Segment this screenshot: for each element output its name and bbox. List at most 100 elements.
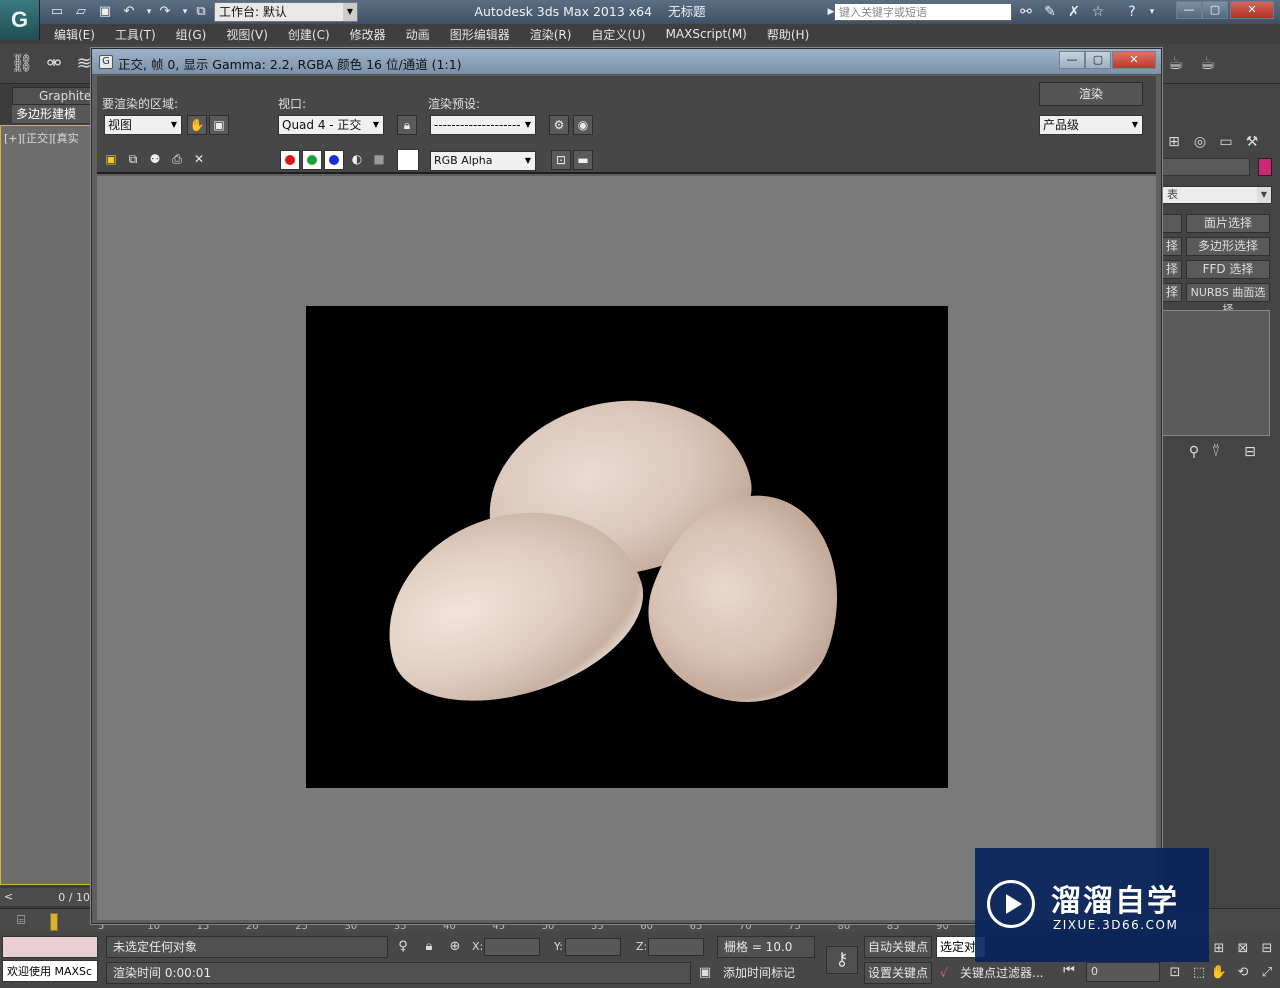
auto-key-button[interactable]: 自动关键点 [864,936,932,958]
utilities-hammer-icon[interactable]: ⚒ [1242,132,1262,152]
render-quality-select[interactable]: 产品级 ▼ [1039,115,1143,135]
viewport-label[interactable]: [+][正交][真实 [4,130,79,146]
render-preset-select[interactable]: -------------------- ▼ [430,115,536,135]
print-image-icon[interactable]: ⎙ [167,150,187,170]
nav-grid-icon[interactable]: ⊞ [1210,940,1228,958]
maxscript-mini-listener[interactable] [2,936,98,958]
app-logo-icon[interactable]: G [0,0,40,40]
selection-lock-icon[interactable]: 🔒︎ [420,938,438,956]
green-channel-toggle[interactable] [302,150,322,170]
clone-window-icon[interactable]: ⚉ [145,150,165,170]
monochrome-icon[interactable]: ■ [369,150,389,170]
x-coordinate-field[interactable] [484,938,540,956]
zoom-extents-icon[interactable]: ⊡ [1166,964,1184,982]
project-folder-icon[interactable]: ⧉ [192,3,210,21]
redo-icon[interactable]: ↷ [156,3,174,21]
go-to-start-icon[interactable]: ⏮ [1060,962,1078,980]
menu-group[interactable]: 组(G) [176,26,207,43]
poly-select-button[interactable]: 多边形选择 [1186,237,1270,256]
maximize-viewport-icon[interactable]: ⤢ [1258,964,1276,982]
key-filters-button[interactable]: √ 关键点过滤器... [936,962,1054,984]
object-color-swatch[interactable] [1258,158,1272,176]
menu-create[interactable]: 创建(C) [288,26,330,43]
lock-viewport-icon[interactable]: 🔒︎ [397,115,417,135]
ffd-select-button[interactable]: FFD 选择 [1186,260,1270,279]
menu-rendering[interactable]: 渲染(R) [530,26,572,43]
favorites-star-icon[interactable]: ☆ [1088,3,1108,21]
menu-views[interactable]: 视图(V) [226,26,268,43]
binoculars-icon[interactable]: ⚯ [1016,3,1036,21]
red-channel-toggle[interactable] [280,150,300,170]
menu-tools[interactable]: 工具(T) [115,26,156,43]
menu-animation[interactable]: 动画 [406,26,430,43]
blue-channel-toggle[interactable] [324,150,344,170]
motion-icon[interactable]: ◎ [1190,132,1210,152]
left-viewport[interactable] [0,125,92,988]
chevron-left-icon[interactable]: < [4,890,13,903]
menu-graph-editors[interactable]: 图形编辑器 [450,26,510,43]
ribbon-tab-graphite[interactable]: Graphite [12,87,92,105]
auto-region-icon[interactable]: ▣ [209,115,229,135]
open-file-icon[interactable]: ▱ [72,3,90,21]
save-image-icon[interactable]: ▣ [101,150,121,170]
modifier-button-left-2[interactable]: 择 [1162,260,1182,279]
modifier-button-left-3[interactable]: 择 [1162,283,1182,302]
copy-image-icon[interactable]: ⧉ [123,150,143,170]
rendered-frame-window[interactable]: G 正交, 帧 0, 显示 Gamma: 2.2, RGBA 颜色 16 位/通… [91,48,1162,924]
display-icon[interactable]: ▭ [1216,132,1236,152]
track-bar-slider[interactable] [50,913,58,931]
nav-field-icon[interactable]: ⊟ [1258,940,1276,958]
menu-maxscript[interactable]: MAXScript(M) [666,27,747,41]
object-name-field[interactable] [1162,158,1250,176]
toggle-ui-overlay-icon[interactable]: ⊡ [551,150,571,170]
render-window-minimize-button[interactable]: — [1059,51,1085,69]
y-coordinate-field[interactable] [565,938,621,956]
render-button[interactable]: 渲染 [1039,82,1143,106]
modifier-stack[interactable] [1162,310,1270,436]
zoom-region-icon[interactable]: ⬚ [1190,964,1208,982]
render-canvas[interactable] [97,176,1156,920]
alpha-channel-icon[interactable]: ◐ [347,150,367,170]
area-to-render-select[interactable]: 视图 ▼ [104,115,182,135]
toggle-ui-icon[interactable]: ▬ [573,150,593,170]
new-file-icon[interactable]: ▭ [48,3,66,21]
environment-effects-icon[interactable]: ◉ [573,115,593,135]
absolute-mode-icon[interactable]: ⊕ [446,938,464,956]
menu-edit[interactable]: 编辑(E) [54,26,95,43]
render-window-titlebar[interactable]: G 正交, 帧 0, 显示 Gamma: 2.2, RGBA 颜色 16 位/通… [92,49,1161,75]
hierarchy-icon[interactable]: ⊞ [1164,132,1184,152]
subscription-icon[interactable]: ✎ [1040,3,1060,21]
close-button[interactable]: ✕ [1230,1,1274,19]
viewport-select[interactable]: Quad 4 - 正交 ▼ [278,115,384,135]
search-input[interactable]: 键入关键字或短语 [834,3,1012,21]
modifier-list-dropdown[interactable]: 表 ▼ [1162,186,1272,204]
render-frame-icon[interactable]: ☕ [1164,52,1188,76]
current-frame-field[interactable]: 0 [1086,962,1160,982]
show-end-result-icon[interactable]: ⍢ [1206,442,1226,462]
channel-display-select[interactable]: RGB Alpha ▼ [430,151,536,171]
minimize-button[interactable]: — [1176,1,1202,19]
nurbs-surface-select-button[interactable]: NURBS 曲面选择 [1186,283,1270,316]
render-window-close-button[interactable]: ✕ [1112,51,1156,69]
curve-editor-icon[interactable]: ⌸ [12,912,30,930]
ribbon-tab-poly-modeling[interactable]: 多边形建模 [12,105,92,123]
isolate-bulb-icon[interactable]: ♀ [394,938,412,956]
nav-zoom-icon[interactable]: ⊠ [1234,940,1252,958]
orbit-icon[interactable]: ⟲ [1234,964,1252,982]
add-time-tag-button[interactable]: 添加时间标记 [717,962,815,984]
set-key-icon[interactable]: ⚷ [826,946,858,974]
communication-icon[interactable]: ✗ [1064,3,1084,21]
maxscript-welcome[interactable]: 欢迎使用 MAXSc [2,960,98,982]
menu-help[interactable]: 帮助(H) [767,26,809,43]
edit-region-icon[interactable]: ✋ [187,115,207,135]
clear-image-icon[interactable]: ✕ [189,150,209,170]
workspace-select[interactable]: 工作台: 默认 ▼ [214,2,358,22]
render-setup-icon[interactable]: ⚙ [549,115,569,135]
help-dropdown-icon[interactable]: ▾ [1142,3,1162,21]
menu-modifiers[interactable]: 修改器 [350,26,386,43]
link-icon[interactable]: ⛓ [10,52,34,76]
undo-icon[interactable]: ↶ [120,3,138,21]
time-tag-icon[interactable]: ▣ [696,964,714,982]
patch-select-button[interactable]: 面片选择 [1186,214,1270,233]
maximize-button[interactable]: ▢ [1202,1,1228,19]
